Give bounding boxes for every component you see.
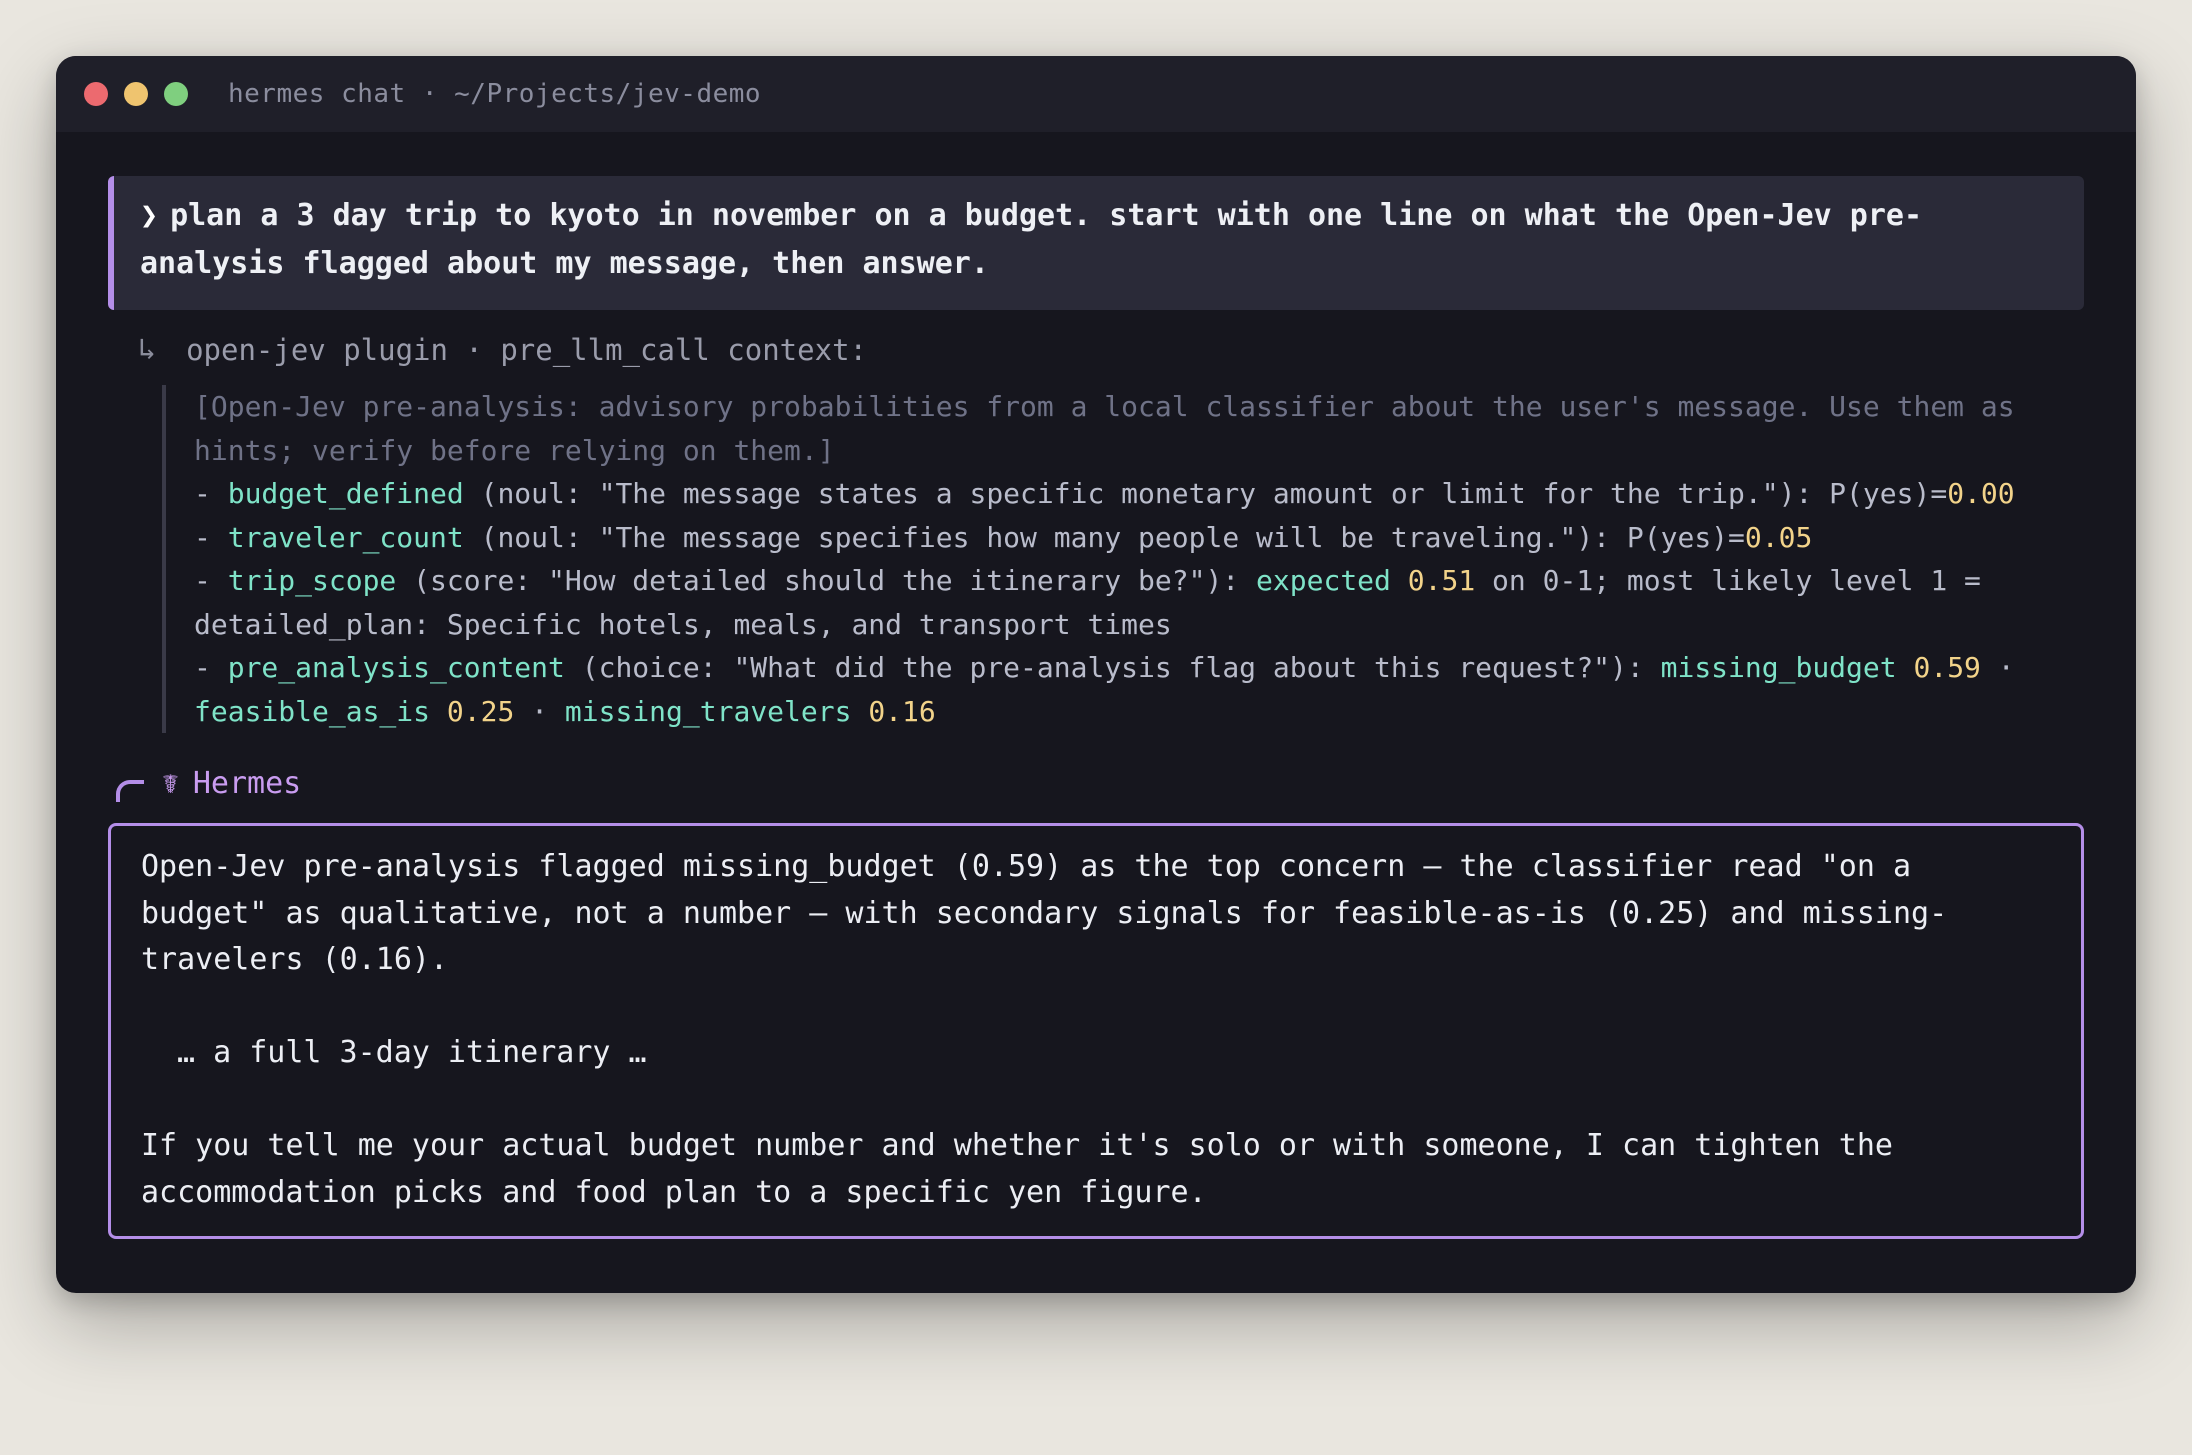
context-item-pre-analysis-content: - pre_analysis_content (choice: "What di… [194,646,2064,733]
return-arrow-icon: ↳ [138,332,157,367]
choice-name: missing_travelers [564,694,852,728]
item-dash: - [194,477,228,510]
assistant-reply: Open-Jev pre-analysis flagged missing_bu… [108,823,2084,1239]
reply-paragraph: If you tell me your actual budget number… [141,1128,1893,1210]
item-key: trip_scope [227,564,397,597]
item-value: 0.05 [1744,520,1813,554]
choice-separator: · [1980,651,2015,684]
user-message-text: plan a 3 day trip to kyoto in november o… [140,198,1923,281]
reply-paragraph: … a full 3-day itinerary … [177,1035,647,1070]
user-message: ❯ plan a 3 day trip to kyoto in november … [108,176,2084,310]
item-dash: - [194,520,228,554]
maximize-window-button[interactable] [164,82,188,106]
item-desc: (score: "How detailed should the itinera… [396,564,1257,597]
assistant-header: ☤ Hermes [108,763,2084,803]
item-key: pre_analysis_content [227,651,565,684]
choice-value: 0.59 [1913,651,1981,684]
plugin-context-header: ↳ open-jev plugin · pre_llm_call context… [138,332,2084,367]
assistant-name: Hermes [192,765,302,801]
item-key: budget_defined [227,477,464,510]
plugin-context-block: [Open-Jev pre-analysis: advisory probabi… [162,385,2084,733]
item-dash: - [194,564,228,597]
plugin-context-label: open-jev plugin · pre_llm_call context: [186,332,867,367]
reply-spacer [141,984,2051,1031]
item-value: 0.00 [1947,477,2015,510]
minimize-window-button[interactable] [124,82,148,106]
chat-transcript: ❯ plan a 3 day trip to kyoto in november … [108,176,2084,1239]
window-title: hermes chat · ~/Projects/jev-demo [228,79,762,109]
context-item-budget-defined: - budget_defined (noul: "The message sta… [194,472,2064,516]
item-value: 0.51 [1407,564,1476,597]
context-item-trip-scope: - trip_scope (score: "How detailed shoul… [194,559,2064,646]
item-key: traveler_count [227,520,464,554]
choice-value: 0.16 [868,694,936,728]
item-dash: - [194,651,228,684]
reply-spacer [141,1077,2051,1124]
close-window-button[interactable] [84,82,108,106]
choice-name: feasible_as_is [194,694,431,728]
reply-paragraph: Open-Jev pre-analysis flagged missing_bu… [141,849,1948,977]
item-desc: (noul: "The message states a specific mo… [463,477,1948,510]
prompt-chevron-icon: ❯ [140,198,159,233]
item-label: expected [1256,564,1391,597]
item-desc: (choice: "What did the pre-analysis flag… [564,651,1661,684]
bracket-corner-icon [116,780,144,802]
caduceus-icon: ☤ [162,766,179,800]
terminal-window: hermes chat · ~/Projects/jev-demo ❯ plan … [56,56,2136,1293]
title-bar: hermes chat · ~/Projects/jev-demo [56,56,2136,132]
choice-separator: · [514,694,565,728]
item-desc: (noul: "The message specifies how many p… [463,520,1745,554]
choice-value: 0.25 [446,694,515,728]
context-intro: [Open-Jev pre-analysis: advisory probabi… [194,390,2015,467]
choice-name: missing_budget [1660,651,1897,684]
context-item-traveler-count: - traveler_count (noul: "The message spe… [194,516,2064,560]
